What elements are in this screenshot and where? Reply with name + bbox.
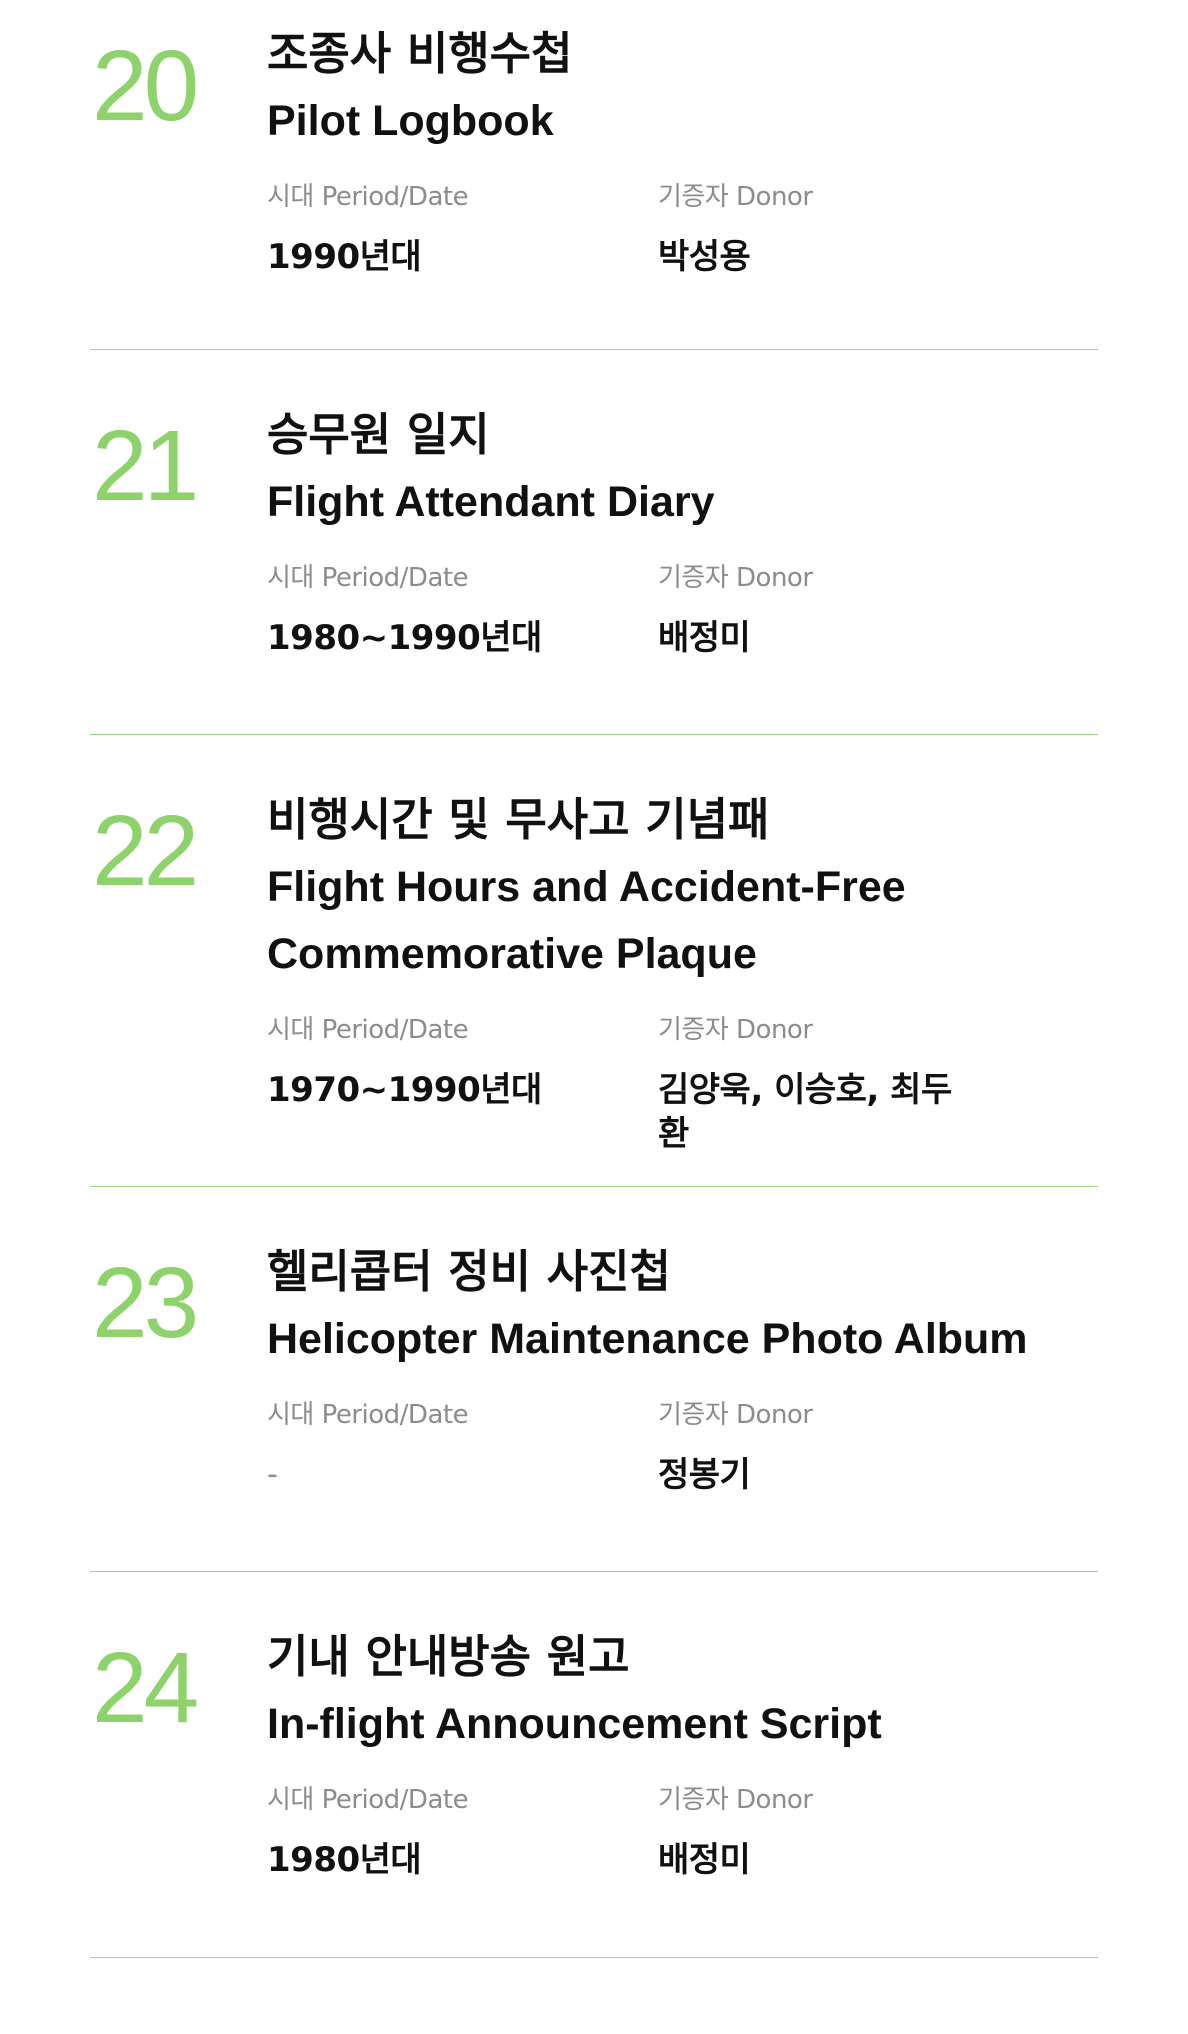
period-label: 시대 Period/Date <box>267 1015 469 1045</box>
item-title-korean: 조종사 비행수첩 <box>267 27 573 80</box>
item-number: 23 <box>92 1247 199 1359</box>
item-title-english: Flight Hours and Accident-Free Commemora… <box>267 863 906 978</box>
item-content: 기내 안내방송 원고 In-flight Announcement Script… <box>267 1627 1107 1902</box>
period-column: 시대 Period/Date - <box>267 1397 469 1497</box>
donor-label: 기증자 Donor <box>658 1785 813 1815</box>
item-content: 헬리콥터 정비 사진첩 Helicopter Maintenance Photo… <box>267 1242 1107 1517</box>
collection-list: 20 조종사 비행수첩 Pilot Logbook 시대 Period/Date… <box>0 0 1188 1958</box>
item-title-english: Helicopter Maintenance Photo Album <box>267 1315 1028 1363</box>
donor-label: 기증자 Donor <box>658 563 813 593</box>
item-title-korean: 승무원 일지 <box>267 408 490 461</box>
donor-label: 기증자 Donor <box>658 1400 813 1430</box>
donor-value: 정봉기 <box>658 1455 751 1495</box>
period-label: 시대 Period/Date <box>267 563 469 593</box>
item-content: 조종사 비행수첩 Pilot Logbook 시대 Period/Date 19… <box>267 24 1107 299</box>
donor-column: 기증자 Donor 배정미 <box>658 560 813 660</box>
item-meta: 시대 Period/Date 1980년대 기증자 Donor 배정미 <box>267 1782 1107 1902</box>
item-number: 21 <box>92 410 199 522</box>
donor-column: 기증자 Donor 박성용 <box>658 179 813 279</box>
item-title-korean: 헬리콥터 정비 사진첩 <box>267 1245 671 1298</box>
item-meta: 시대 Period/Date 1990년대 기증자 Donor 박성용 <box>267 179 1107 299</box>
donor-column: 기증자 Donor 정봉기 <box>658 1397 813 1497</box>
donor-value: 박성용 <box>658 237 751 277</box>
list-item: 24 기내 안내방송 원고 In-flight Announcement Scr… <box>90 1572 1098 1958</box>
item-meta: 시대 Period/Date - 기증자 Donor 정봉기 <box>267 1397 1107 1517</box>
period-column: 시대 Period/Date 1970~1990년대 <box>267 1012 542 1112</box>
period-label: 시대 Period/Date <box>267 1400 469 1430</box>
donor-value: 배정미 <box>658 618 751 658</box>
period-value: - <box>267 1457 278 1492</box>
item-number: 22 <box>92 795 199 907</box>
item-meta: 시대 Period/Date 1970~1990년대 기증자 Donor 김양욱… <box>267 1012 967 1154</box>
period-label: 시대 Period/Date <box>267 1785 469 1815</box>
donor-value: 배정미 <box>658 1840 751 1880</box>
donor-label: 기증자 Donor <box>658 1015 813 1045</box>
period-value: 1970~1990년대 <box>267 1070 542 1110</box>
list-item: 23 헬리콥터 정비 사진첩 Helicopter Maintenance Ph… <box>90 1187 1098 1572</box>
item-title-korean: 기내 안내방송 원고 <box>267 1630 630 1683</box>
list-item: 21 승무원 일지 Flight Attendant Diary 시대 Peri… <box>90 350 1098 735</box>
period-value: 1990년대 <box>267 237 422 277</box>
item-content: 비행시간 및 무사고 기념패 Flight Hours and Accident… <box>267 790 967 1154</box>
item-number: 20 <box>92 30 199 142</box>
period-column: 시대 Period/Date 1980년대 <box>267 1782 469 1882</box>
donor-value: 김양욱, 이승호, 최두환 <box>658 1070 952 1154</box>
item-title-korean: 비행시간 및 무사고 기념패 <box>267 793 770 846</box>
item-content: 승무원 일지 Flight Attendant Diary 시대 Period/… <box>267 405 1107 680</box>
item-meta: 시대 Period/Date 1980~1990년대 기증자 Donor 배정미 <box>267 560 1107 680</box>
period-value: 1980년대 <box>267 1840 422 1880</box>
donor-column: 기증자 Donor 김양욱, 이승호, 최두환 <box>658 1012 967 1156</box>
period-label: 시대 Period/Date <box>267 182 469 212</box>
period-column: 시대 Period/Date 1980~1990년대 <box>267 560 542 660</box>
item-title-english: In-flight Announcement Script <box>267 1700 882 1748</box>
period-value: 1980~1990년대 <box>267 618 542 658</box>
list-item: 22 비행시간 및 무사고 기념패 Flight Hours and Accid… <box>90 735 1098 1187</box>
item-title-english: Pilot Logbook <box>267 97 554 145</box>
list-item: 20 조종사 비행수첩 Pilot Logbook 시대 Period/Date… <box>90 0 1098 350</box>
item-number: 24 <box>92 1632 199 1744</box>
item-title-english: Flight Attendant Diary <box>267 478 715 526</box>
period-column: 시대 Period/Date 1990년대 <box>267 179 469 279</box>
donor-label: 기증자 Donor <box>658 182 813 212</box>
donor-column: 기증자 Donor 배정미 <box>658 1782 813 1882</box>
